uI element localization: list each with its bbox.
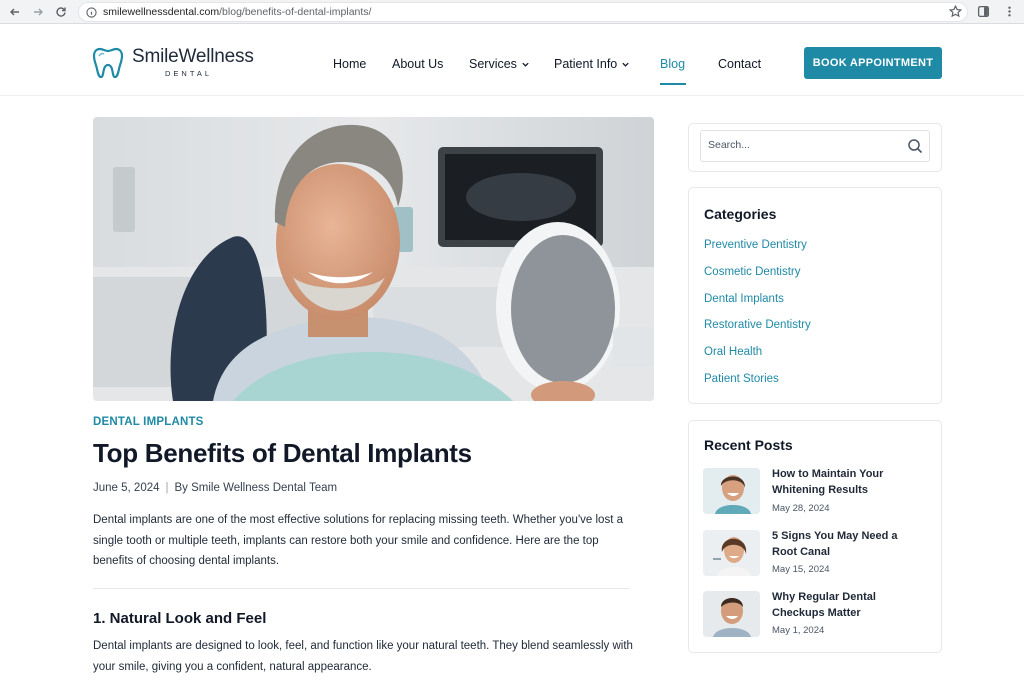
logo-name: SmileWellness xyxy=(132,46,254,67)
nav-contact-label: Contact xyxy=(718,57,762,71)
post-thumbnail[interactable] xyxy=(703,468,760,514)
logo[interactable]: SmileWellness DENTAL xyxy=(92,45,254,81)
section-body: Dental implants are designed to look, fe… xyxy=(93,640,633,673)
category-link[interactable]: Restorative Dentistry xyxy=(704,319,811,331)
article-hero-image xyxy=(93,117,654,401)
post-date: May 28, 2024 xyxy=(772,503,830,514)
category-link[interactable]: Dental Implants xyxy=(704,293,784,305)
nav-blog[interactable]: Blog xyxy=(660,57,685,71)
categories-title: Categories xyxy=(704,206,777,222)
nav-services[interactable]: Services xyxy=(469,57,530,71)
nav-services-label: Services xyxy=(469,57,517,71)
meta-separator: | xyxy=(165,482,169,494)
search-box xyxy=(700,130,930,162)
search-input[interactable] xyxy=(708,139,898,151)
bookmark-star-icon[interactable] xyxy=(949,5,962,18)
browser-toolbar: smilewellnessdental.com/blog/benefits-of… xyxy=(0,0,1024,24)
article-meta: June 5, 2024 | By Smile Wellness Dental Te… xyxy=(93,482,337,494)
more-menu-icon[interactable] xyxy=(1003,5,1016,18)
post-date: May 1, 2024 xyxy=(772,625,825,636)
nav-patient-info-label: Patient Info xyxy=(554,57,618,71)
section-divider xyxy=(93,588,630,589)
search-widget xyxy=(688,123,942,172)
section-heading: 1. Natural Look and Feel xyxy=(93,610,267,627)
post-title[interactable]: How to Maintain Your Whitening Results xyxy=(772,467,912,498)
logo-subtitle: DENTAL xyxy=(165,69,213,78)
article-title: Top Benefits of Dental Implants xyxy=(93,438,472,468)
post-title[interactable]: Why Regular Dental Checkups Matter xyxy=(772,590,912,621)
site-info-icon[interactable] xyxy=(86,7,97,18)
chevron-down-icon xyxy=(522,62,529,67)
nav-contact[interactable]: Contact xyxy=(718,57,761,71)
nav-about-us[interactable]: About Us xyxy=(392,57,443,71)
nav-blog-label: Blog xyxy=(660,57,686,71)
address-bar[interactable]: smilewellnessdental.com/blog/benefits-of… xyxy=(78,2,968,22)
recent-posts-widget: Recent Posts How to Maintain Your Whiten… xyxy=(688,420,942,653)
site-header: SmileWellness DENTAL Home About Us Servi… xyxy=(0,25,1024,96)
categories-widget: Categories Preventive Dentistry Cosmetic… xyxy=(688,187,942,404)
post-thumbnail[interactable] xyxy=(703,530,760,576)
category-link[interactable]: Patient Stories xyxy=(704,373,779,385)
post-title[interactable]: 5 Signs You May Need a Root Canal xyxy=(772,529,912,560)
search-icon[interactable] xyxy=(907,138,923,154)
nav-home[interactable]: Home xyxy=(333,57,366,71)
post-thumbnail[interactable] xyxy=(703,591,760,637)
category-link[interactable]: Preventive Dentistry xyxy=(704,239,807,251)
article-intro: Dental implants are one of the most effe… xyxy=(93,514,623,567)
article-date: June 5, 2024 xyxy=(93,482,160,494)
nav-patient-info[interactable]: Patient Info xyxy=(554,57,630,71)
category-link[interactable]: Oral Health xyxy=(704,346,762,358)
active-nav-indicator xyxy=(660,83,686,85)
nav-home-label: Home xyxy=(333,57,367,71)
reload-icon[interactable] xyxy=(53,4,69,20)
side-panel-icon[interactable] xyxy=(977,5,990,18)
chevron-down-icon xyxy=(622,62,629,67)
recent-posts-title: Recent Posts xyxy=(704,437,793,453)
post-date: May 15, 2024 xyxy=(772,564,830,575)
forward-arrow-icon[interactable] xyxy=(30,4,46,20)
back-arrow-icon[interactable] xyxy=(7,4,23,20)
article-category[interactable]: DENTAL IMPLANTS xyxy=(93,416,204,428)
book-appointment-button[interactable]: BOOK APPOINTMENT xyxy=(804,47,942,79)
article-author: By Smile Wellness Dental Team xyxy=(174,482,338,494)
tooth-logo-icon xyxy=(92,47,124,79)
nav-about-label: About Us xyxy=(392,57,444,71)
category-link[interactable]: Cosmetic Dentistry xyxy=(704,266,801,278)
url-text: smilewellnessdental.com/blog/benefits-of… xyxy=(103,6,372,18)
